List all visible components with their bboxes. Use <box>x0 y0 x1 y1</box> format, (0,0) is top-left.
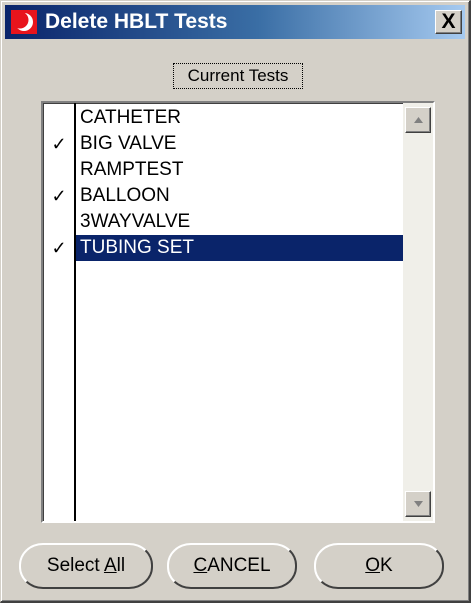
select-all-label-prefix: Select <box>46 555 104 576</box>
close-icon: X <box>441 10 456 33</box>
checkmark-icon: ✓ <box>51 134 67 154</box>
window-title: Delete HBLT Tests <box>45 10 228 33</box>
scroll-up-button[interactable] <box>405 107 431 133</box>
list-item[interactable]: CATHETER <box>76 105 404 131</box>
vertical-scrollbar[interactable] <box>403 103 433 521</box>
title-bar[interactable]: Delete HBLT Tests X <box>5 5 465 39</box>
checkmark-icon: ✓ <box>51 186 67 206</box>
ok-mnemonic: O <box>365 555 381 576</box>
current-tests-label: Current Tests <box>173 63 303 89</box>
cancel-mnemonic: C <box>193 555 208 576</box>
list-item[interactable]: ✓ TUBING SET <box>51 235 404 261</box>
scroll-down-button[interactable] <box>405 491 431 517</box>
checkmark-icon: ✓ <box>51 238 67 258</box>
close-button[interactable]: X <box>435 10 462 34</box>
list-item[interactable]: RAMPTEST <box>76 157 404 183</box>
ok-button[interactable]: OK <box>314 543 444 589</box>
scroll-down-arrow-icon <box>414 501 423 507</box>
list-item-label: CATHETER <box>80 107 181 128</box>
scroll-up-arrow-icon <box>414 117 423 123</box>
tests-listbox[interactable]: CATHETER ✓ BIG VALVE RAMPTEST ✓ BALLOON 3WAYVA… <box>41 101 435 523</box>
cancel-label-suffix: ANCEL <box>207 555 271 576</box>
list-item-label: RAMPTEST <box>80 159 184 180</box>
list-item[interactable]: 3WAYVALVE <box>76 209 404 235</box>
list-item-label: TUBING SET <box>80 237 195 258</box>
cancel-button[interactable]: CANCEL <box>167 543 297 589</box>
ok-label-suffix: K <box>380 555 393 576</box>
list-item[interactable]: ✓ BALLOON <box>51 183 404 209</box>
dialog-window: Delete HBLT Tests X Current Tests CATHET… <box>0 0 471 603</box>
select-all-button[interactable]: Select All <box>19 543 153 589</box>
select-all-mnemonic: A <box>103 555 117 576</box>
red-crescent-icon <box>11 10 37 34</box>
list-item-label: BIG VALVE <box>80 133 177 154</box>
list-item-label: 3WAYVALVE <box>80 211 191 232</box>
select-all-label-suffix: ll <box>116 555 126 576</box>
list-item-label: BALLOON <box>80 185 170 206</box>
list-items: CATHETER ✓ BIG VALVE RAMPTEST ✓ BALLOON 3WAYVA… <box>51 105 404 261</box>
check-column <box>43 103 76 521</box>
list-item[interactable]: ✓ BIG VALVE <box>51 131 404 157</box>
